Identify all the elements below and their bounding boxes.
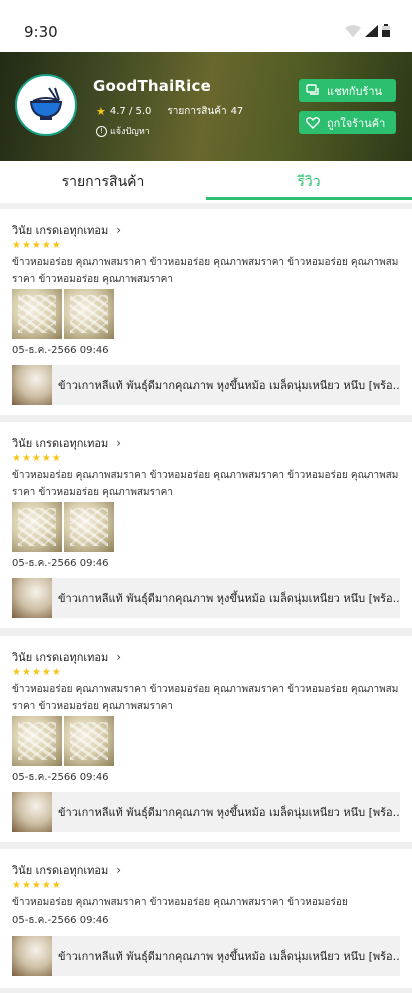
battery-icon	[382, 24, 390, 37]
review-text: ข้าวหอมอร่อย คุณภาพสมราคา ข้าวหอมอร่อย ค…	[12, 257, 399, 285]
review-stars: ★★★★★	[12, 240, 62, 251]
shop-avatar[interactable]	[15, 74, 77, 136]
review-card: วินัย เกรดเอทุกเทอม › ★★★★★ ข้าวหอมอร่อย…	[0, 209, 412, 415]
shop-name: GoodThaiRice	[93, 77, 211, 95]
review-text: ข้าวหอมอร่อย คุณภาพสมราคา ข้าวหอมอร่อย ค…	[12, 470, 399, 498]
review-photo[interactable]	[64, 502, 114, 552]
reviewer-link[interactable]: วินัย เกรดเอทุกเทอม ›	[12, 861, 121, 879]
star-icon: ★	[96, 105, 106, 118]
chat-button-label: แชทกับร้าน	[327, 84, 383, 98]
product-thumbnail	[12, 936, 52, 976]
shop-header: GoodThaiRice ★ 4.7 / 5.0 รายการสินค้า 47…	[0, 52, 412, 161]
review-photo[interactable]	[64, 716, 114, 766]
wifi-icon	[345, 25, 361, 37]
review-photos	[12, 502, 114, 552]
product-name: ข้าวเกาหลีแท้ พันธุ์ดีมากคุณภาพ หุงขึ้นห…	[58, 950, 400, 963]
review-photo[interactable]	[12, 502, 62, 552]
shop-products-label: รายการสินค้า	[167, 106, 227, 117]
reviewer-name: วินัย เกรดเอทุกเทอม	[12, 224, 109, 237]
product-name: ข้าวเกาหลีแท้ พันธุ์ดีมากคุณภาพ หุงขึ้นห…	[58, 379, 400, 392]
favorite-shop-button[interactable]: ถูกใจร้านค้า	[299, 111, 396, 134]
reviewer-name: วินัย เกรดเอทุกเทอม	[12, 864, 109, 877]
reviewer-link[interactable]: วินัย เกรดเอทุกเทอม ›	[12, 648, 121, 666]
review-photo[interactable]	[12, 289, 62, 339]
shop-meta: ★ 4.7 / 5.0 รายการสินค้า 47	[96, 104, 243, 119]
signal-icon	[365, 25, 378, 37]
product-thumbnail	[12, 365, 52, 405]
reviewed-product[interactable]: ข้าวเกาหลีแท้ พันธุ์ดีมากคุณภาพ หุงขึ้นห…	[12, 365, 400, 405]
reviewed-product[interactable]: ข้าวเกาหลีแท้ พันธุ์ดีมากคุณภาพ หุงขึ้นห…	[12, 578, 400, 618]
reviewed-product[interactable]: ข้าวเกาหลีแท้ พันธุ์ดีมากคุณภาพ หุงขึ้นห…	[12, 936, 400, 976]
reviewer-link[interactable]: วินัย เกรดเอทุกเทอม ›	[12, 221, 121, 239]
reviewer-name: วินัย เกรดเอทุกเทอม	[12, 437, 109, 450]
review-photos	[12, 289, 114, 339]
info-icon: !	[96, 125, 107, 137]
reviewer-name: วินัย เกรดเอทุกเทอม	[12, 651, 109, 664]
status-bar: 9:30	[0, 0, 412, 52]
chevron-right-icon: ›	[116, 436, 122, 450]
review-photo[interactable]	[12, 716, 62, 766]
status-icons	[345, 24, 390, 37]
review-photos	[12, 716, 114, 766]
shop-rating: 4.7 / 5.0	[109, 106, 152, 117]
favorite-button-label: ถูกใจร้านค้า	[327, 116, 386, 130]
active-tab-indicator	[206, 197, 412, 200]
review-date: 05-ธ.ค.-2566 09:46	[12, 558, 109, 569]
review-stars: ★★★★★	[12, 880, 62, 891]
review-date: 05-ธ.ค.-2566 09:46	[12, 772, 109, 783]
chevron-right-icon: ›	[116, 863, 122, 877]
review-stars: ★★★★★	[12, 453, 62, 464]
rice-bowl-icon	[29, 87, 63, 120]
review-photo[interactable]	[64, 289, 114, 339]
review-date: 05-ธ.ค.-2566 09:46	[12, 345, 109, 356]
report-label: แจ้งปัญหา	[110, 127, 150, 137]
review-card: วินัย เกรดเอทุกเทอม › ★★★★★ ข้าวหอมอร่อย…	[0, 636, 412, 842]
product-name: ข้าวเกาหลีแท้ พันธุ์ดีมากคุณภาพ หุงขึ้นห…	[58, 806, 400, 819]
review-date: 05-ธ.ค.-2566 09:46	[12, 915, 109, 926]
chat-icon	[306, 84, 319, 95]
heart-icon	[306, 116, 320, 129]
chevron-right-icon: ›	[116, 223, 122, 237]
review-text: ข้าวหอมอร่อย คุณภาพสมราคา ข้าวหอมอร่อย ค…	[12, 684, 399, 712]
reviewed-product[interactable]: ข้าวเกาหลีแท้ พันธุ์ดีมากคุณภาพ หุงขึ้นห…	[12, 792, 400, 832]
product-thumbnail	[12, 792, 52, 832]
product-name: ข้าวเกาหลีแท้ พันธุ์ดีมากคุณภาพ หุงขึ้นห…	[58, 592, 400, 605]
chat-with-shop-button[interactable]: แชทกับร้าน	[299, 79, 396, 102]
status-time: 9:30	[24, 23, 58, 41]
chevron-right-icon: ›	[116, 650, 122, 664]
review-card: วินัย เกรดเอทุกเทอม › ★★★★★ ข้าวหอมอร่อย…	[0, 849, 412, 988]
review-stars: ★★★★★	[12, 667, 62, 678]
review-card: วินัย เกรดเอทุกเทอม › ★★★★★ ข้าวหอมอร่อย…	[0, 422, 412, 628]
shop-products-count: 47	[230, 106, 244, 117]
product-thumbnail	[12, 578, 52, 618]
reviewer-link[interactable]: วินัย เกรดเอทุกเทอม ›	[12, 434, 121, 452]
report-link[interactable]: ! แจ้งปัญหา	[96, 124, 150, 138]
review-text: ข้าวหอมอร่อย คุณภาพสมราคา ข้าวหอมอร่อย ค…	[12, 897, 348, 908]
tab-products[interactable]: รายการสินค้า	[0, 161, 206, 203]
